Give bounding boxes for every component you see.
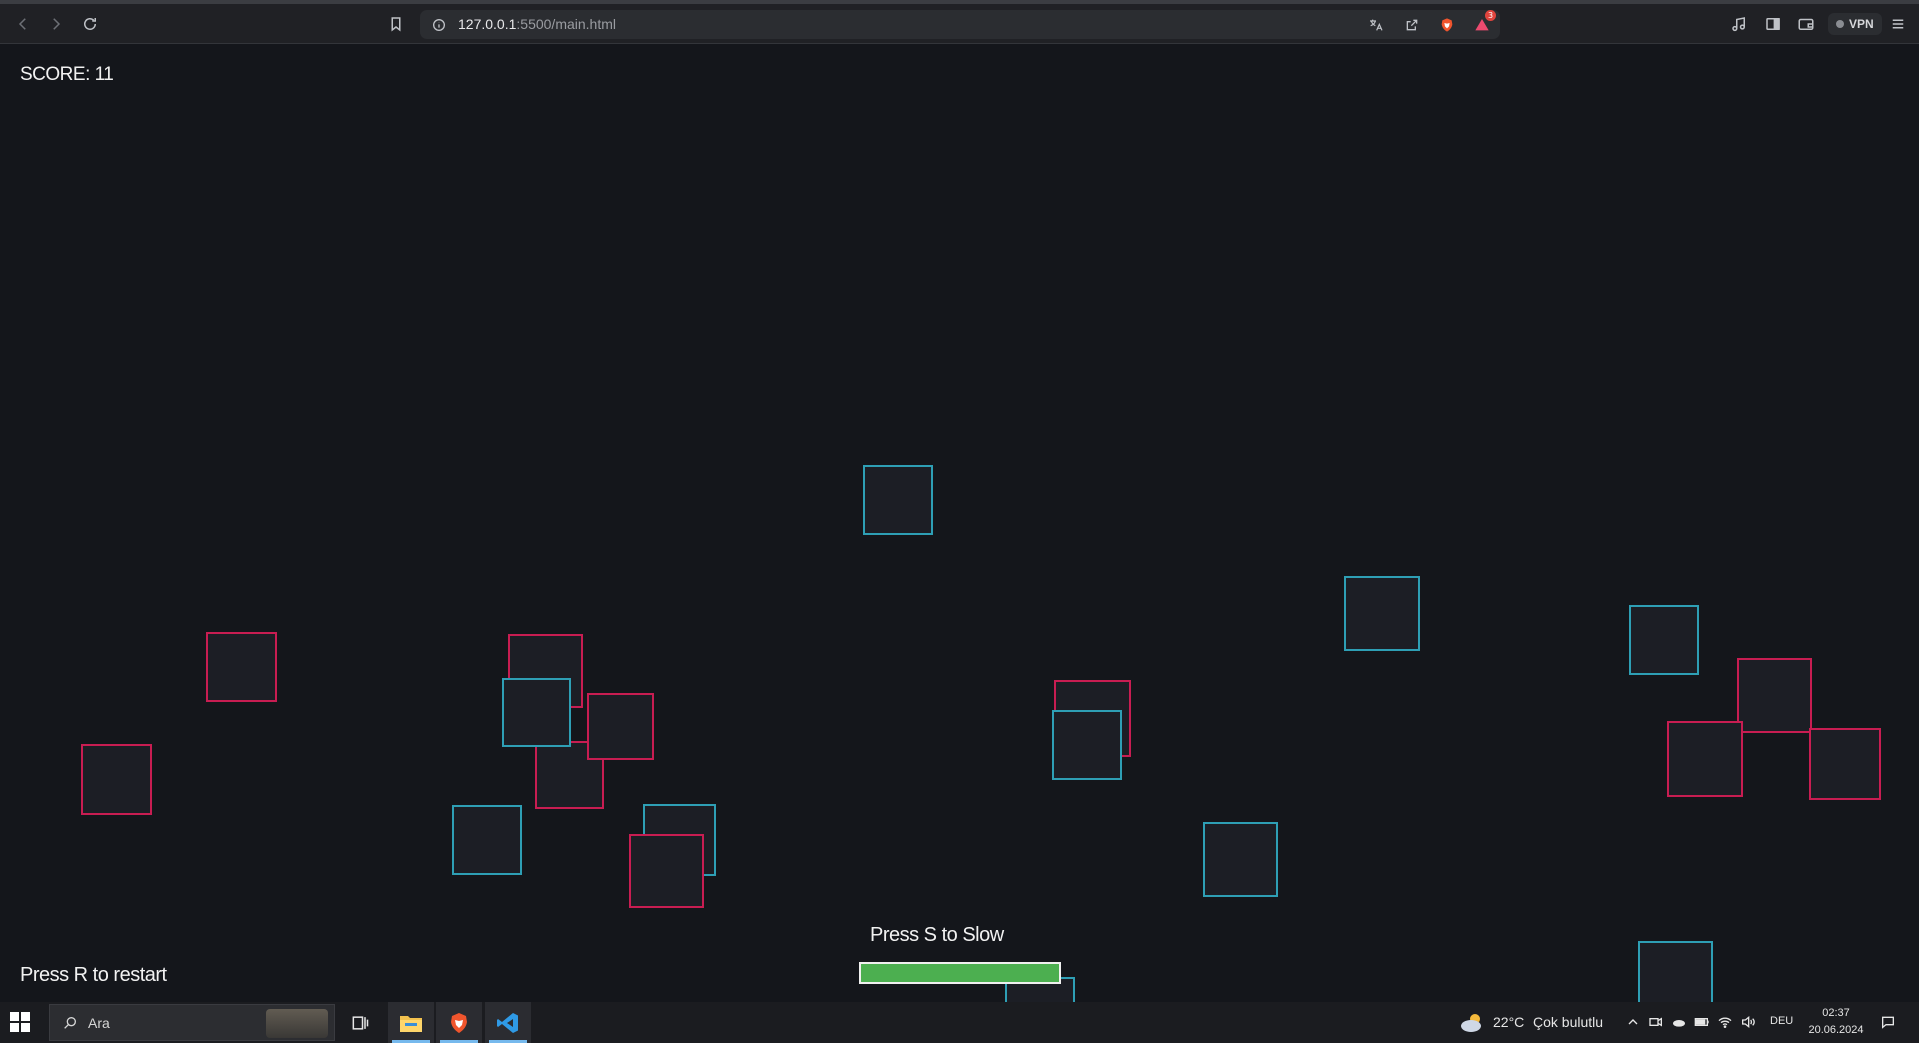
red-square (629, 834, 704, 908)
chevron-up-icon[interactable] (1625, 1014, 1641, 1030)
notification-center-icon[interactable] (1880, 1014, 1896, 1030)
red-square (587, 693, 654, 760)
brave-browser-icon[interactable] (436, 1002, 482, 1043)
site-info-icon[interactable] (428, 14, 450, 36)
restart-hint: Press R to restart (20, 964, 167, 986)
cyan-square (1203, 822, 1278, 897)
url-host: 127.0.0.1 (458, 16, 517, 32)
address-bar[interactable]: 127.0.0.1:5500/main.html 3 (420, 10, 1500, 39)
volume-icon[interactable] (1740, 1014, 1756, 1030)
red-square (81, 744, 152, 815)
red-square (1737, 658, 1812, 733)
score-display: SCORE: 11 (20, 64, 114, 85)
forward-icon[interactable] (43, 11, 69, 37)
wifi-icon[interactable] (1717, 1014, 1733, 1030)
windows-taskbar: Ara 22°C Çok bulutlu DEU 02:37 20.06.202… (0, 1002, 1919, 1043)
media-icon[interactable] (1726, 11, 1752, 37)
notification-badge: 3 (1485, 10, 1496, 21)
url-text[interactable]: 127.0.0.1:5500/main.html (458, 16, 616, 32)
search-placeholder: Ara (88, 1015, 110, 1031)
sidebar-icon[interactable] (1760, 11, 1786, 37)
cyan-square (502, 678, 571, 747)
vpn-button[interactable]: VPN (1828, 13, 1882, 35)
windows-start-icon[interactable] (10, 1012, 30, 1032)
clock-date[interactable]: 20.06.2024 (1806, 1024, 1866, 1036)
taskbar-search[interactable]: Ara (49, 1004, 335, 1041)
weather-cloud-icon[interactable] (1460, 1011, 1486, 1033)
slow-meter-fill (861, 964, 1059, 982)
weather-desc[interactable]: Çok bulutlu (1533, 1014, 1603, 1030)
clock-time[interactable]: 02:37 (1808, 1007, 1864, 1019)
weather-temp[interactable]: 22°C (1493, 1014, 1524, 1030)
cyan-square (1052, 710, 1122, 780)
vpn-status-icon (1836, 20, 1844, 28)
meet-now-icon[interactable] (1648, 1014, 1664, 1030)
onedrive-cloud-icon[interactable] (1671, 1014, 1687, 1030)
cyan-square (863, 465, 933, 535)
share-icon[interactable] (1401, 14, 1423, 36)
translate-icon[interactable] (1365, 14, 1387, 36)
red-square (1667, 721, 1743, 797)
red-square (1809, 728, 1881, 800)
search-highlight-image (266, 1009, 328, 1038)
brave-shields-icon[interactable] (1436, 14, 1458, 36)
reload-icon[interactable] (77, 11, 103, 37)
menu-icon[interactable] (1885, 11, 1911, 37)
battery-icon[interactable] (1694, 1014, 1710, 1030)
cyan-square (1629, 605, 1699, 675)
vscode-icon[interactable] (485, 1002, 531, 1043)
input-language[interactable]: DEU (1770, 1015, 1793, 1027)
task-view-icon[interactable] (337, 1002, 383, 1043)
cyan-square (452, 805, 522, 875)
slow-meter (859, 962, 1061, 984)
browser-toolbar: 127.0.0.1:5500/main.html 3 VPN (0, 0, 1919, 44)
back-icon[interactable] (10, 11, 36, 37)
cyan-square (1344, 576, 1420, 651)
search-icon (64, 1017, 76, 1029)
bookmark-icon[interactable] (383, 11, 409, 37)
brave-rewards-icon[interactable]: 3 (1471, 10, 1496, 36)
url-path: :5500/main.html (516, 16, 616, 32)
wallet-icon[interactable] (1793, 11, 1819, 37)
red-square (206, 632, 277, 702)
cyan-square (1638, 941, 1713, 1002)
game-canvas[interactable]: SCORE: 11 Press S to Slow Press R to res… (0, 44, 1919, 1002)
vpn-label: VPN (1849, 17, 1874, 31)
slow-hint: Press S to Slow (870, 924, 1004, 946)
file-explorer-icon[interactable] (388, 1002, 434, 1043)
